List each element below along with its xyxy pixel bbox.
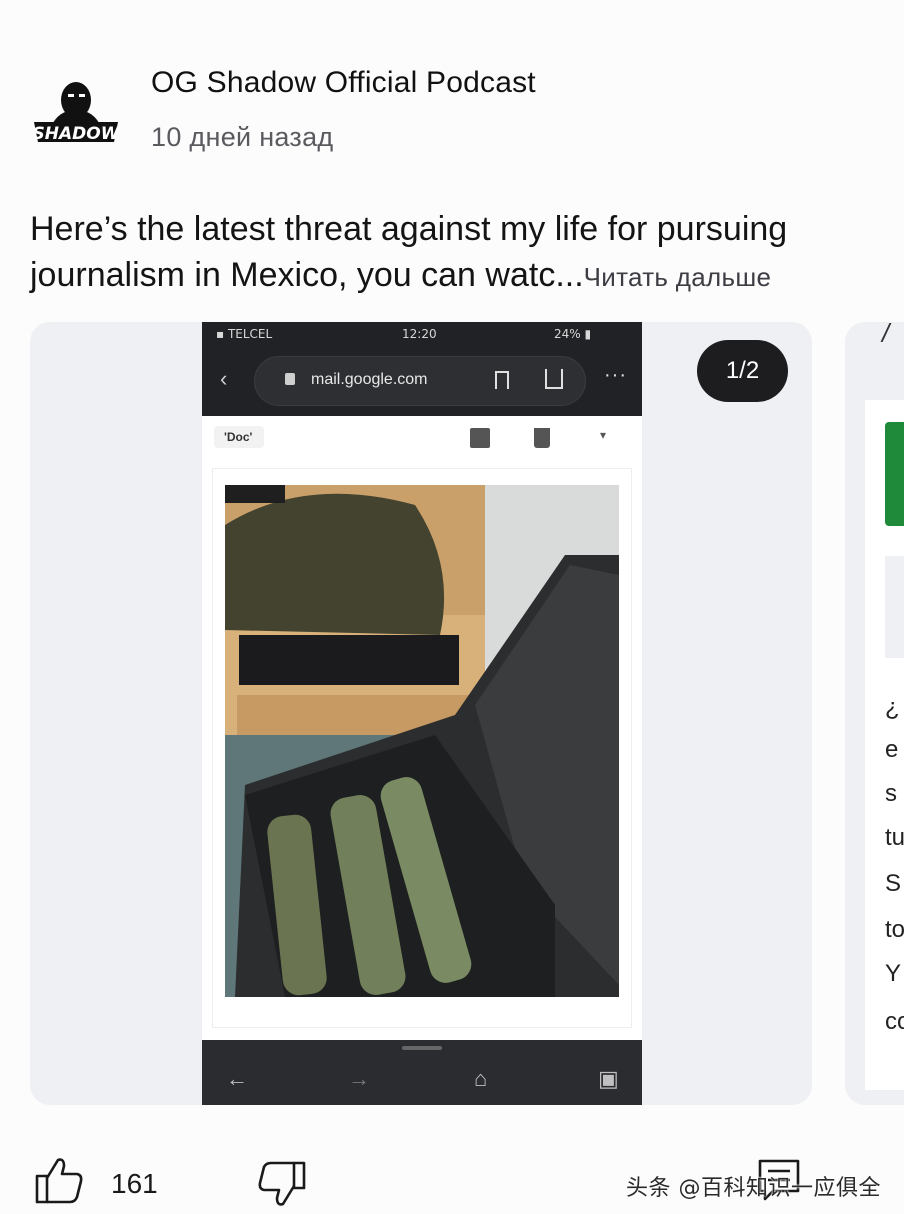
lock-icon [285, 373, 295, 385]
read-more-link[interactable]: Читать дальше [584, 262, 772, 292]
svg-text:SHADOW: SHADOW [33, 124, 121, 144]
attached-photo-frame [212, 468, 632, 1028]
trash-icon [534, 428, 550, 448]
bookmark-icon [495, 371, 509, 389]
thumbs-up-icon[interactable] [34, 1156, 84, 1204]
phone-nav-bar: ← → ⌂ ▣ [202, 1040, 642, 1105]
attached-photo [225, 485, 619, 997]
battery-label: 24% ▮ [554, 327, 592, 341]
nav-forward-icon: → [348, 1066, 370, 1091]
browser-back-icon: ‹ [220, 366, 228, 391]
caret-down-icon: ▾ [600, 428, 607, 442]
screenshot-image: ▪︎ TELCEL 12:20 24% ▮ ‹ mail.google.com … [202, 322, 642, 1105]
mail-toolbar: 'Doc' ▾ [202, 416, 642, 464]
next-slide-text: to [885, 916, 904, 943]
next-slide-text: co [885, 1008, 904, 1035]
post-text: Here’s the latest threat against my life… [30, 206, 880, 300]
next-slide-text: s [885, 780, 897, 807]
next-slide-text: ¿ [885, 694, 900, 721]
next-slide-text: tu [885, 824, 904, 851]
next-slide-green-bar [885, 422, 904, 526]
more-icon: ··· [604, 364, 627, 386]
browser-bar: ‹ mail.google.com ··· [202, 346, 642, 416]
post-timestamp: 10 дней назад [151, 122, 334, 152]
next-slide-text: S [885, 870, 902, 897]
browser-url-field: mail.google.com [254, 356, 586, 406]
like-count: 161 [111, 1168, 158, 1199]
carousel-counter: 1/2 [697, 340, 788, 402]
thumbs-down-icon[interactable] [258, 1160, 306, 1208]
url-text: mail.google.com [311, 371, 428, 388]
share-icon [545, 369, 563, 389]
archive-icon [470, 428, 490, 448]
next-slide-gray-block [885, 556, 904, 658]
nav-handle [402, 1046, 442, 1050]
phone-clock: 12:20 [402, 327, 437, 341]
nav-back-icon: ← [226, 1066, 248, 1091]
channel-name[interactable]: OG Shadow Official Podcast [151, 66, 536, 100]
next-slide-glyph: / [882, 318, 890, 348]
next-slide-text: Y [885, 960, 902, 987]
nav-tabs-icon: ▣ [598, 1066, 619, 1091]
channel-avatar[interactable]: SHADOW [30, 66, 122, 158]
watermark-text: 头条 @百科知识一应俱全 [626, 1176, 881, 1201]
nav-home-icon: ⌂ [474, 1066, 488, 1091]
carrier-label: ▪︎ TELCEL [216, 327, 273, 341]
next-slide-text: e [885, 736, 899, 763]
mail-label-chip: 'Doc' [214, 426, 265, 448]
phone-status-bar: ▪︎ TELCEL 12:20 24% ▮ [202, 322, 642, 346]
